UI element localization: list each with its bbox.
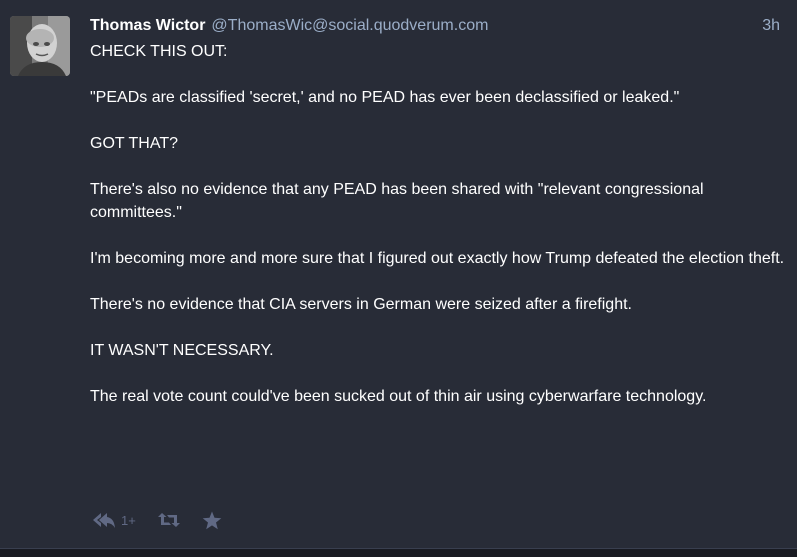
status-paragraph: There's no evidence that CIA servers in … (90, 296, 632, 313)
retweet-icon (157, 513, 180, 527)
status-paragraph: The real vote count could've been sucked… (90, 388, 707, 405)
status-paragraph: CHECK THIS OUT: (90, 43, 228, 60)
status-action-bar: 1+ (92, 508, 222, 532)
boost-button[interactable] (157, 512, 180, 528)
reply-all-icon (93, 513, 115, 528)
status-paragraph: There's also no evidence that any PEAD h… (90, 181, 704, 221)
relative-time[interactable]: 3h (762, 15, 780, 37)
status-paragraph: IT WASN'T NECESSARY. (90, 342, 274, 359)
star-icon (202, 511, 222, 529)
display-name[interactable]: Thomas Wictor (90, 17, 205, 34)
reply-button[interactable]: 1+ (92, 511, 136, 529)
account-handle[interactable]: @ThomasWic@social.quodverum.com (211, 17, 488, 34)
avatar[interactable] (10, 16, 70, 76)
favourite-button[interactable] (202, 511, 222, 530)
avatar-image (10, 16, 70, 76)
status-content: CHECK THIS OUT: "PEADs are classified 's… (90, 40, 790, 431)
status-paragraph: I'm becoming more and more sure that I f… (90, 250, 785, 267)
status-paragraph: GOT THAT? (90, 135, 179, 152)
reply-count: 1+ (121, 512, 136, 528)
status-header: Thomas Wictor @ThomasWic@social.quodverum… (90, 15, 787, 37)
status-card: Thomas Wictor @ThomasWic@social.quodverum… (0, 0, 797, 549)
status-paragraph: "PEADs are classified 'secret,' and no P… (90, 89, 680, 106)
